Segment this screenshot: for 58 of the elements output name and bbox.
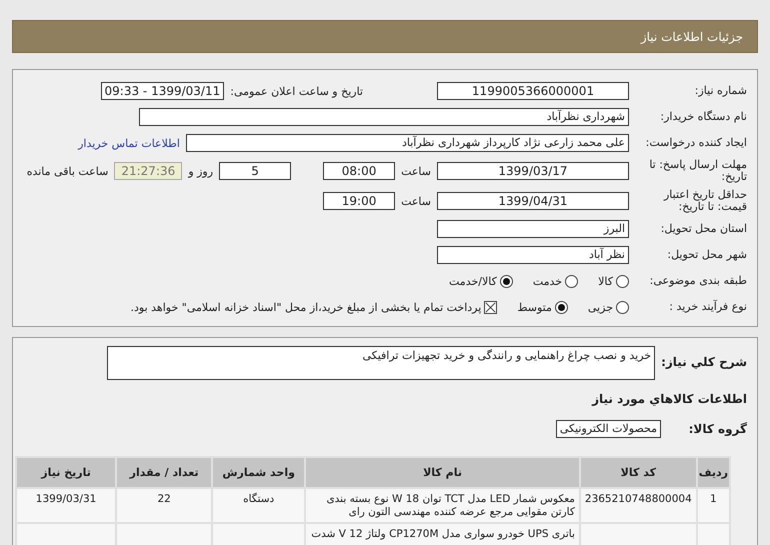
field-label: ساعت باقی مانده: [26, 164, 108, 178]
time-field[interactable]: 08:00: [323, 162, 396, 180]
field-label: شرح کلي نياز:: [661, 354, 747, 369]
countdown-field: 21:27:36: [114, 162, 182, 180]
group-field[interactable]: محصولات الکترونیکی: [556, 420, 661, 438]
radio-button[interactable]: [616, 274, 629, 288]
field-label: ساعت: [401, 194, 431, 208]
date-field[interactable]: 1399/04/31: [437, 192, 629, 210]
city-field[interactable]: نظر آباد: [437, 246, 629, 264]
column-header: واحد شمارش: [212, 457, 306, 488]
date-field[interactable]: 1399/03/17: [437, 162, 629, 180]
section-heading: اطلاعات کالاهاي مورد نياز: [592, 392, 747, 406]
field-label: طبقه بندی موضوعی:: [648, 274, 747, 288]
table-cell: 1: [696, 488, 730, 524]
field-label: نام دستگاه خریدار:: [659, 110, 747, 124]
radio-label: کالا/خدمت: [449, 274, 497, 288]
announce-date-field[interactable]: 1399/03/11 - 09:33: [100, 82, 224, 100]
radio-button[interactable]: [500, 274, 513, 288]
field-label: روز و: [188, 164, 214, 178]
column-header: تعداد / مقدار: [116, 457, 212, 488]
table-cell: 22: [116, 488, 212, 524]
column-header: کد کالا: [580, 457, 697, 488]
field-label: شهر محل تحویل:: [666, 248, 747, 262]
page-title: جزئیات اطلاعات نیاز: [640, 30, 743, 44]
radio-label: متوسط: [517, 300, 552, 314]
table-cell: معکوس شمار LED مدل TCT توان 18 W نوع بسته بندی کارتن مقوایی مرجع عرضه کننده مهندسی التون رای: [305, 488, 580, 524]
radio-button[interactable]: [565, 274, 578, 288]
checkbox-label: پرداخت تمام یا بخشی از مبلغ خرید،از محل "اسناد خزانه اسلامی" خواهد بود.: [130, 300, 482, 314]
column-header: ردیف: [696, 457, 730, 488]
need-number-field[interactable]: 1199005366000001: [437, 82, 629, 100]
province-field[interactable]: البرز: [437, 220, 629, 238]
field-label: ساعت: [401, 164, 431, 178]
radio-label: خدمت: [532, 274, 562, 288]
buyer-field[interactable]: شهرداری نظرآباد: [139, 108, 629, 126]
radio-button[interactable]: [616, 300, 629, 314]
table-cell: دستگاه: [212, 488, 306, 524]
field-label: ایجاد کننده درخواست:: [644, 136, 747, 150]
time-field[interactable]: 19:00: [323, 192, 396, 210]
description-field[interactable]: خرید و نصب چراغ راهنمایی و رانندگی و خرید تجهیزات ترافیکی: [107, 346, 656, 380]
checkbox[interactable]: [484, 300, 498, 314]
radio-label: کالا: [598, 274, 613, 288]
radio-label: جزیی: [588, 300, 613, 314]
field-label: تاریخ و ساعت اعلان عمومی:: [230, 84, 363, 98]
field-label: مهلت ارسال پاسخ: تا تاریخ:: [648, 158, 747, 184]
days-field[interactable]: 5: [219, 162, 292, 180]
contact-link[interactable]: اطلاعات تماس خریدار: [78, 136, 180, 150]
field-label: نوع فرآیند خرید :: [668, 300, 747, 314]
table-cell: 1399/03/31: [16, 488, 116, 524]
field-label: استان محل تحویل:: [660, 222, 747, 236]
field-label: شماره نیاز:: [694, 84, 747, 98]
creator-field[interactable]: علی محمد زارعی نژاد کارپرداز شهرداری نظرآباد: [186, 134, 629, 152]
field-label: حداقل تاریخ اعتبار قیمت: تا تاریخ:: [662, 188, 747, 214]
radio-button[interactable]: [554, 300, 568, 314]
column-header: نام کالا: [305, 457, 580, 488]
table-cell: 2365210748800004: [580, 488, 697, 524]
field-label: گروه کالا:: [688, 422, 747, 436]
table-cell: باتری UPS خودرو سواری مدل CP1270M ولتاژ 12 V شدت: [305, 523, 580, 545]
column-header: تاریخ نیاز: [16, 457, 116, 488]
